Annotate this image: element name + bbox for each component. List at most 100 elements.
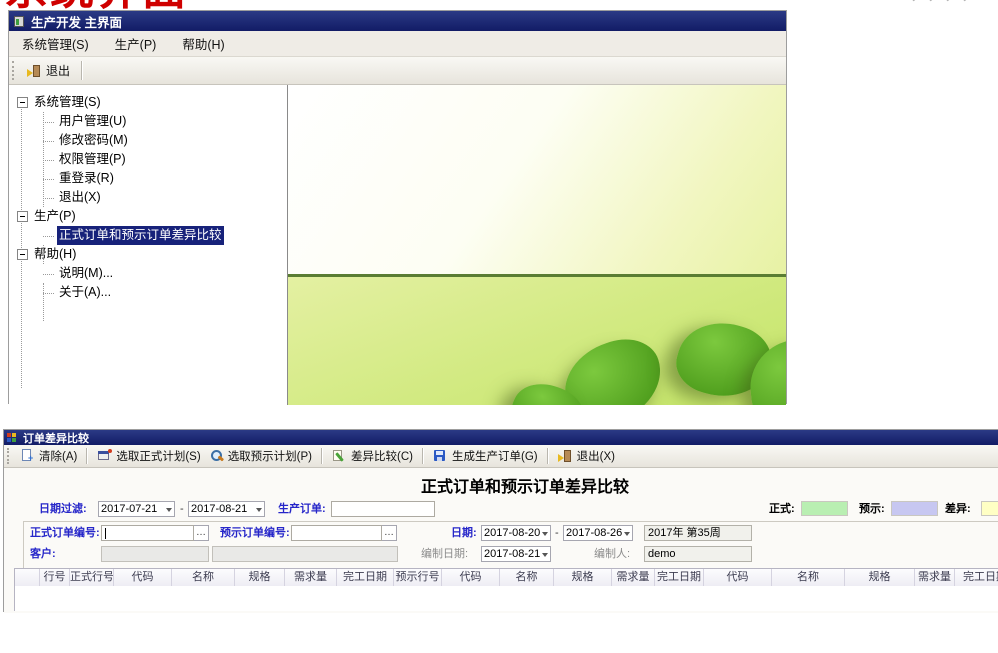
tree-node-production[interactable]: 生产(P)	[9, 207, 287, 226]
grid-header-formal-qty[interactable]: 需求量	[285, 569, 337, 586]
navigation-tree: 系统管理(S) 用户管理(U) 修改密码(M) 权限管理(P)	[9, 85, 287, 302]
date-range-dash: -	[555, 525, 559, 541]
date-range-dash: -	[180, 501, 184, 517]
order-date-from-combo[interactable]: 2017-08-20	[481, 525, 551, 541]
grid-header-rowno[interactable]: 行号	[40, 569, 70, 586]
grid-header-diff-name[interactable]: 名称	[772, 569, 845, 586]
screen: 系统界面 生产开发 主界面 系统管理(S) 生产(P) 帮助(H) 退出	[0, 0, 998, 653]
grid-header-forecast-finish-date[interactable]: 完工日期	[655, 569, 704, 586]
text-caret	[105, 528, 106, 539]
formal-order-browse-button[interactable]: …	[194, 525, 209, 541]
legend-formal-swatch	[801, 501, 848, 516]
pick-formal-plan-button[interactable]: 选取正式计划(S)	[93, 447, 204, 465]
menu-production[interactable]: 生产(P)	[102, 34, 170, 53]
main-toolbar: 退出	[9, 57, 786, 85]
grid-header-forecast-name[interactable]: 名称	[500, 569, 554, 586]
order-date-to-combo[interactable]: 2017-08-26	[563, 525, 633, 541]
main-window-title: 生产开发 主界面	[31, 12, 122, 31]
chevron-down-icon	[166, 508, 172, 515]
grid-header-formal-finish-date[interactable]: 完工日期	[337, 569, 394, 586]
toolbar-grip[interactable]	[7, 448, 12, 463]
grid-empty-body[interactable]	[14, 586, 998, 611]
formal-order-no-input[interactable]	[101, 525, 194, 541]
grid-header-formal-name[interactable]: 名称	[172, 569, 235, 586]
toolbar-grip[interactable]	[12, 61, 17, 80]
collapse-minus-icon[interactable]	[17, 249, 28, 260]
background-leaf-image	[288, 85, 786, 405]
generate-order-button[interactable]: 生成生产订单(G)	[429, 447, 542, 465]
toolbar-separator	[547, 448, 549, 463]
tree-node-change-password[interactable]: 修改密码(M)	[9, 131, 287, 150]
main-window-titlebar[interactable]: 生产开发 主界面	[9, 11, 786, 31]
menu-system-management[interactable]: 系统管理(S)	[9, 34, 102, 53]
leaf-image-sky	[288, 85, 786, 274]
collapse-minus-icon[interactable]	[17, 211, 28, 222]
grid-header-forecast-code[interactable]: 代码	[442, 569, 500, 586]
toolbar-separator	[81, 61, 83, 80]
legend-formal-label: 正式:	[769, 501, 795, 517]
toolbar-separator	[321, 448, 323, 463]
legend-diff-swatch	[981, 501, 998, 516]
filter-date-from-combo[interactable]: 2017-07-21	[98, 501, 175, 517]
compare-edit-icon	[332, 449, 347, 463]
menu-help[interactable]: 帮助(H)	[169, 34, 237, 53]
navigation-tree-panel: 系统管理(S) 用户管理(U) 修改密码(M) 权限管理(P)	[9, 85, 288, 405]
chevron-down-icon	[542, 553, 548, 560]
legend-diff-label: 差异:	[945, 501, 971, 517]
grid-header-diff-qty[interactable]: 需求量	[915, 569, 955, 586]
customer-code-input[interactable]	[101, 546, 209, 562]
tree-node-about[interactable]: 关于(A)...	[9, 283, 287, 302]
grid-header-row: 行号 正式行号 代码 名称 规格 需求量 完工日期 预示行号 代码 名称 规格 …	[14, 568, 998, 587]
collapse-minus-icon[interactable]	[17, 97, 28, 108]
make-date-combo[interactable]: 2017-08-21	[481, 546, 551, 562]
grid-header-formal-spec[interactable]: 规格	[235, 569, 285, 586]
tree-node-permission-management[interactable]: 权限管理(P)	[9, 150, 287, 169]
app-form-icon	[13, 15, 26, 28]
tree-node-system-management[interactable]: 系统管理(S)	[9, 93, 287, 112]
grid-header-formal-rowno[interactable]: 正式行号	[70, 569, 114, 586]
grid-header-diff-spec[interactable]: 规格	[845, 569, 915, 586]
tree-node-exit[interactable]: 退出(X)	[9, 188, 287, 207]
date-filter-label: 日期过滤:	[39, 501, 87, 517]
exit-button[interactable]: 退出(X)	[554, 447, 619, 465]
compare-app-icon	[7, 432, 19, 444]
grid-header-formal-code[interactable]: 代码	[114, 569, 172, 586]
tree-connector	[43, 273, 54, 275]
grid-header-diff-code[interactable]: 代码	[704, 569, 772, 586]
grid-header-selector[interactable]	[15, 569, 40, 586]
exit-door-icon	[27, 64, 42, 78]
tree-node-user-management[interactable]: 用户管理(U)	[9, 112, 287, 131]
clear-button[interactable]: + 清除(A)	[16, 447, 81, 465]
pick-formal-icon	[97, 449, 112, 463]
compare-window-titlebar[interactable]: 订单差异比较	[4, 430, 998, 445]
forecast-order-no-input[interactable]	[291, 525, 382, 541]
tree-node-instructions[interactable]: 说明(M)...	[9, 264, 287, 283]
compare-toolbar: + 清除(A) 选取正式计划(S) 选取预示计划(P) 差异比较(C) 生成生产…	[4, 445, 998, 468]
make-date-label: 编制日期:	[421, 546, 468, 562]
forecast-order-browse-button[interactable]: …	[382, 525, 397, 541]
filter-date-to-combo[interactable]: 2017-08-21	[188, 501, 265, 517]
grid-header-diff-finish-date[interactable]: 完工日期	[955, 569, 998, 586]
tree-node-relogin[interactable]: 重登录(R)	[9, 169, 287, 188]
magnifier-icon	[209, 449, 224, 463]
grid-header-forecast-qty[interactable]: 需求量	[612, 569, 655, 586]
tree-node-order-compare[interactable]: 正式订单和预示订单差异比较	[9, 226, 287, 245]
grid-header-forecast-spec[interactable]: 规格	[554, 569, 612, 586]
tree-connector	[43, 178, 54, 180]
tree-connector	[43, 121, 54, 123]
diff-compare-button[interactable]: 差异比较(C)	[328, 447, 417, 465]
page-title: 正式订单和预示订单差异比较	[4, 473, 998, 497]
tree-spine	[43, 283, 44, 321]
main-window: 生产开发 主界面 系统管理(S) 生产(P) 帮助(H) 退出	[8, 10, 787, 404]
chevron-down-icon	[542, 532, 548, 539]
exit-button[interactable]: 退出	[21, 60, 76, 81]
chevron-down-icon	[256, 508, 262, 515]
tree-node-help[interactable]: 帮助(H)	[9, 245, 287, 264]
tree-spine	[43, 245, 44, 264]
pick-forecast-plan-button[interactable]: 选取预示计划(P)	[205, 447, 316, 465]
clear-page-icon: +	[20, 449, 35, 463]
maker-display: demo	[644, 546, 752, 562]
production-order-input[interactable]	[331, 501, 435, 517]
grid-header-forecast-rowno[interactable]: 预示行号	[394, 569, 442, 586]
customer-name-input[interactable]	[212, 546, 398, 562]
